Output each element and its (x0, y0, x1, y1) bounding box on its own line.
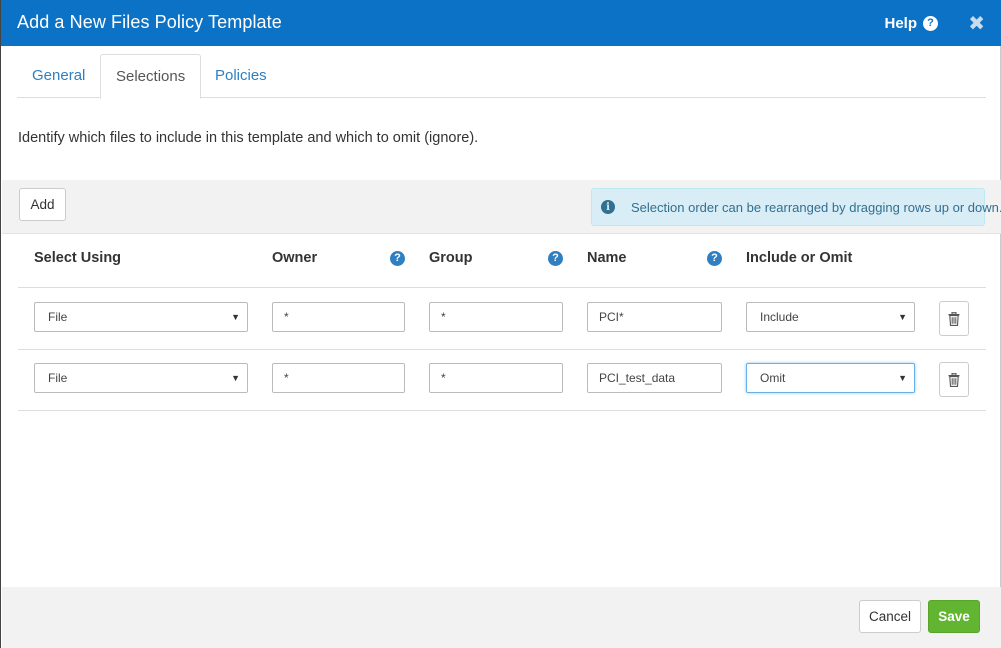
chevron-down-icon: ▼ (231, 373, 240, 383)
files-policy-dialog: Add a New Files Policy Template Help ? ✖… (0, 0, 1001, 648)
select-using-value: File (48, 310, 68, 324)
selections-toolbar: Add i Selection order can be rearranged … (2, 180, 1001, 234)
tab-bar: General Selections Policies (17, 54, 986, 99)
close-icon[interactable]: ✖ (968, 11, 985, 36)
dialog-footer: Cancel Save (2, 587, 1001, 648)
info-circle-icon: i (601, 200, 615, 214)
table-header: Select Using Owner ? Group ? Name ? Incl… (18, 235, 986, 288)
tab-selections[interactable]: Selections (100, 54, 202, 99)
trash-icon (948, 311, 960, 326)
help-link[interactable]: Help ? (884, 15, 938, 32)
include-omit-dropdown[interactable]: Include ▼ (746, 302, 915, 332)
trash-icon (948, 372, 960, 387)
group-input[interactable]: * (429, 302, 563, 332)
select-using-dropdown[interactable]: File ▼ (34, 363, 248, 393)
cancel-button[interactable]: Cancel (859, 600, 921, 633)
chevron-down-icon: ▼ (898, 312, 907, 322)
delete-row-button[interactable] (939, 301, 969, 336)
tab-policies[interactable]: Policies (200, 54, 282, 98)
save-button[interactable]: Save (928, 600, 980, 633)
include-omit-value: Include (760, 310, 799, 324)
tab-general[interactable]: General (17, 54, 100, 98)
table-row[interactable]: File ▼ * * PCI_test_data Omit ▼ (18, 350, 986, 411)
help-label: Help (884, 15, 917, 32)
group-input[interactable]: * (429, 363, 563, 393)
include-omit-value: Omit (760, 371, 786, 385)
owner-help-icon[interactable]: ? (390, 251, 405, 266)
select-using-value: File (48, 371, 68, 385)
group-help-icon[interactable]: ? (548, 251, 563, 266)
question-circle-icon: ? (923, 16, 938, 31)
dialog-title: Add a New Files Policy Template (17, 12, 282, 32)
header-name: Name (587, 250, 627, 266)
table-row[interactable]: File ▼ * * PCI* Include ▼ (18, 289, 986, 350)
intro-text: Identify which files to include in this … (18, 130, 479, 146)
header-group: Group (429, 250, 473, 266)
name-input[interactable]: PCI* (587, 302, 722, 332)
header-include-omit: Include or Omit (746, 250, 853, 266)
owner-input[interactable]: * (272, 302, 405, 332)
add-button[interactable]: Add (19, 188, 66, 221)
dialog-header: Add a New Files Policy Template Help ? ✖ (1, 0, 1001, 46)
header-select-using: Select Using (34, 250, 122, 266)
chevron-down-icon: ▼ (231, 312, 240, 322)
delete-row-button[interactable] (939, 362, 969, 397)
include-omit-dropdown[interactable]: Omit ▼ (746, 363, 915, 393)
info-alert: i Selection order can be rearranged by d… (591, 188, 1001, 226)
name-input[interactable]: PCI_test_data (587, 363, 722, 393)
owner-input[interactable]: * (272, 363, 405, 393)
header-owner: Owner (272, 250, 318, 266)
select-using-dropdown[interactable]: File ▼ (34, 302, 248, 332)
info-message: Selection order can be rearranged by dra… (631, 200, 1001, 215)
chevron-down-icon: ▼ (898, 373, 907, 383)
name-help-icon[interactable]: ? (707, 251, 722, 266)
